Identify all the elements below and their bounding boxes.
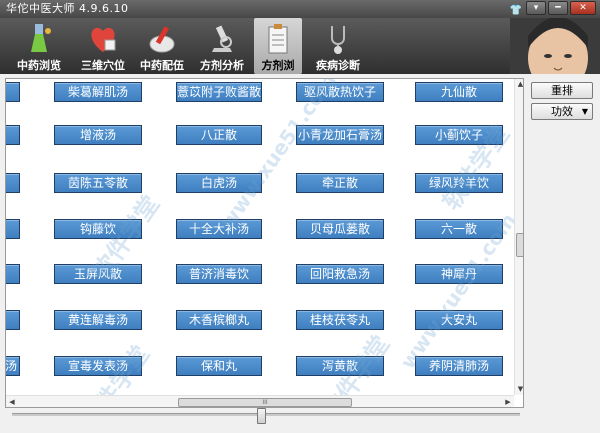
app-title: 华佗中医大师 4.9.6.10 (6, 2, 129, 15)
formula-button[interactable]: 黄连解毒汤 (54, 310, 142, 330)
formula-button[interactable]: 绿风羚羊饮 (415, 173, 503, 193)
formula-button[interactable]: 茵陈五苓散 (54, 173, 142, 193)
formula-button[interactable]: 宣毒发表汤 (54, 356, 142, 376)
doctor-portrait (510, 18, 600, 74)
scroll-up-arrow-icon[interactable]: ▲ (516, 80, 523, 89)
effect-dropdown-label: 功效 (551, 105, 573, 118)
zoom-slider-thumb[interactable] (257, 408, 266, 424)
formula-button[interactable]: 回阳救急汤 (296, 264, 384, 284)
formula-button[interactable]: 木香槟榔丸 (176, 310, 262, 330)
tab-label: 疾病诊断 (316, 59, 360, 72)
flask-icon (31, 24, 51, 52)
minimize-button[interactable]: ━ (548, 1, 568, 15)
formula-button[interactable]: 驱风散热饮子 (296, 82, 384, 102)
scroll-right-arrow-icon[interactable]: ▶ (503, 397, 513, 407)
tab-label: 三维穴位 (81, 59, 125, 72)
tab-formula-browse[interactable]: 方剂浏 (254, 18, 302, 74)
formula-button-clipped[interactable] (6, 125, 20, 145)
title-bar: 华佗中医大师 4.9.6.10 👕 ▾ ━ ✕ (0, 0, 600, 18)
scroll-down-arrow-icon[interactable]: ▼ (516, 385, 523, 394)
mortar-icon (149, 26, 175, 53)
tab-3d-acupoint[interactable]: 三维穴位 (72, 18, 134, 74)
horizontal-scrollbar[interactable]: ◀ III ▶ (6, 395, 514, 407)
formula-button-clipped[interactable] (6, 310, 20, 330)
tab-label: 中药配伍 (140, 59, 184, 72)
formula-button-clipped[interactable] (6, 264, 20, 284)
tab-label: 方剂分析 (200, 59, 244, 72)
tab-formula-analysis[interactable]: 方剂分析 (192, 18, 252, 74)
formula-button-clipped[interactable]: 汤 (6, 356, 20, 376)
tab-label: 中药浏览 (17, 59, 61, 72)
tab-label: 方剂浏 (261, 59, 295, 72)
formula-button[interactable]: 白虎汤 (176, 173, 262, 193)
heart-icon (91, 27, 116, 52)
tab-herb-browse[interactable]: 中药浏览 (8, 18, 70, 74)
zoom-slider-track[interactable] (12, 413, 520, 416)
scroll-left-arrow-icon[interactable]: ◀ (7, 397, 17, 407)
horizontal-scroll-thumb[interactable]: III (178, 398, 352, 407)
chevron-down-icon: ▼ (581, 107, 588, 116)
formula-button-clipped[interactable] (6, 173, 20, 193)
tab-disease-diagnosis[interactable]: 疾病诊断 (308, 18, 368, 74)
formula-button[interactable]: 普济消毒饮 (176, 264, 262, 284)
clipboard-icon (268, 24, 288, 54)
formula-button[interactable]: 钩藤饮 (54, 219, 142, 239)
formula-button[interactable]: 六一散 (415, 219, 503, 239)
main-toolbar: 中药浏览 三维穴位 中药配伍 方剂分析 方剂浏 疾病诊断 (0, 18, 600, 74)
formula-button[interactable]: 牵正散 (296, 173, 384, 193)
formula-button-clipped[interactable] (6, 82, 20, 102)
effect-dropdown[interactable]: 功效 ▼ (531, 103, 593, 120)
vertical-scroll-thumb[interactable] (516, 233, 523, 257)
formula-button[interactable]: 小青龙加石膏汤 (296, 125, 384, 145)
formula-button[interactable]: 小蓟饮子 (415, 125, 503, 145)
formula-button[interactable]: 贝母瓜蒌散 (296, 219, 384, 239)
formula-button[interactable]: 玉屏风散 (54, 264, 142, 284)
microscope-icon (212, 25, 232, 52)
formula-button[interactable]: 养阴清肺汤 (415, 356, 503, 376)
tab-herb-compat[interactable]: 中药配伍 (134, 18, 190, 74)
close-button[interactable]: ✕ (570, 1, 596, 15)
formula-button[interactable]: 桂枝茯苓丸 (296, 310, 384, 330)
formula-button[interactable]: 柴葛解肌汤 (54, 82, 142, 102)
formula-button[interactable]: 九仙散 (415, 82, 503, 102)
formula-button-clipped[interactable] (6, 219, 20, 239)
vertical-scrollbar[interactable]: ▲ ▼ (514, 79, 523, 395)
formula-button[interactable]: 神犀丹 (415, 264, 503, 284)
formula-button[interactable]: 增液汤 (54, 125, 142, 145)
formula-button[interactable]: 十全大补汤 (176, 219, 262, 239)
stethoscope-icon (331, 26, 345, 54)
rearrange-button[interactable]: 重排 (531, 82, 593, 99)
formula-button[interactable]: 薏苡附子败酱散 (176, 82, 262, 102)
menu-button[interactable]: ▾ (526, 1, 546, 15)
formula-button[interactable]: 保和丸 (176, 356, 262, 376)
formula-canvas: 柴葛解肌汤 薏苡附子败酱散 驱风散热饮子 九仙散增液汤 八正散 小青龙加石膏汤 小蓟饮子茵陈… (5, 78, 524, 408)
formula-button[interactable]: 泻黄散 (296, 356, 384, 376)
formula-button[interactable]: 大安丸 (415, 310, 503, 330)
formula-button[interactable]: 八正散 (176, 125, 262, 145)
